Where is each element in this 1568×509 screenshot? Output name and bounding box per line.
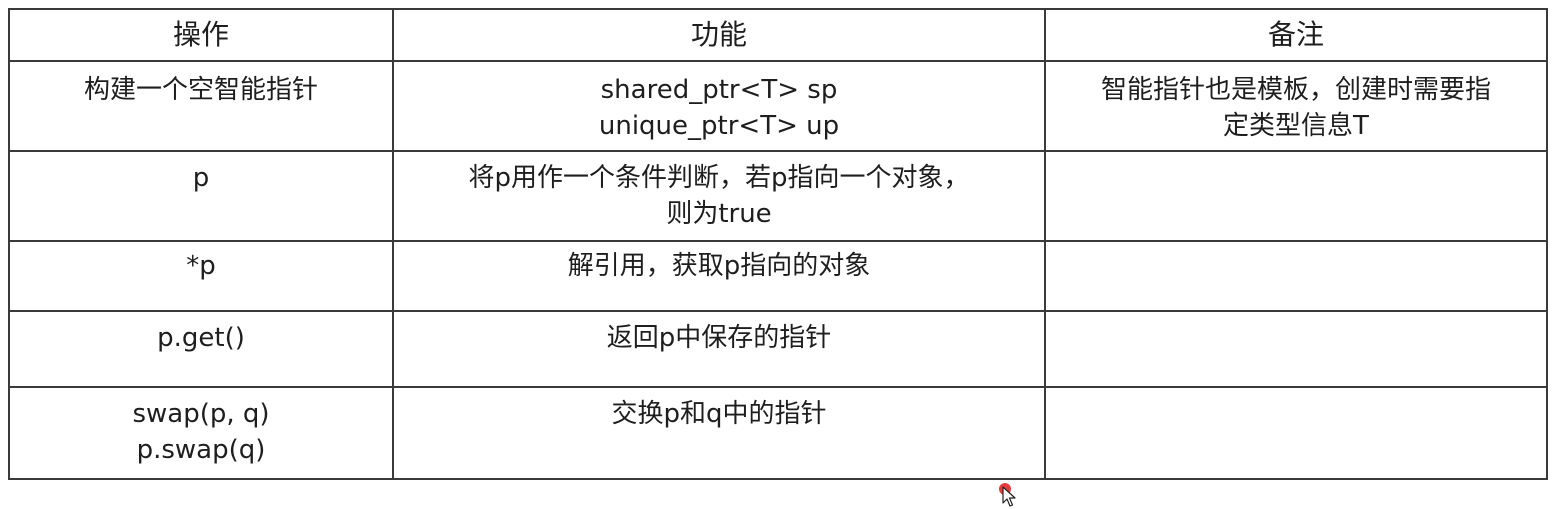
operation-cell: swap(p, q) p.swap(q) bbox=[8, 386, 394, 480]
table-row: swap(p, q) p.swap(q) 交换p和q中的指针 bbox=[8, 386, 1548, 480]
header-note: 备注 bbox=[1044, 8, 1548, 62]
smart-pointer-operations-table: 操作 功能 备注 构建一个空智能指针 shared_ptr<T> sp uniq… bbox=[8, 8, 1548, 480]
note-cell bbox=[1044, 150, 1548, 242]
mouse-pointer-icon bbox=[999, 483, 1016, 507]
operation-cell: p.get() bbox=[8, 310, 394, 388]
function-cell: 将p用作一个条件判断，若p指向一个对象， 则为true bbox=[392, 150, 1046, 242]
function-cell: shared_ptr<T> sp unique_ptr<T> up bbox=[392, 60, 1046, 152]
function-text: 返回p中保存的指针 bbox=[606, 323, 832, 353]
note-cell bbox=[1044, 240, 1548, 312]
table-row: *p 解引用，获取p指向的对象 bbox=[8, 240, 1548, 312]
note-cell: 智能指针也是模板，创建时需要指 定类型信息T bbox=[1044, 60, 1548, 152]
table-row: p.get() 返回p中保存的指针 bbox=[8, 310, 1548, 388]
operations-table: 操作 功能 备注 构建一个空智能指针 shared_ptr<T> sp uniq… bbox=[8, 8, 1548, 480]
function-text: 交换p和q中的指针 bbox=[611, 399, 827, 429]
header-operation: 操作 bbox=[8, 8, 394, 62]
operation-text: p.get() bbox=[157, 323, 245, 353]
operation-text: swap(p, q) bbox=[132, 399, 270, 429]
operation-text: *p bbox=[186, 251, 216, 281]
table-header-row: 操作 功能 备注 bbox=[8, 8, 1548, 62]
header-function: 功能 bbox=[392, 8, 1046, 62]
table-row: 构建一个空智能指针 shared_ptr<T> sp unique_ptr<T>… bbox=[8, 60, 1548, 152]
note-text: 智能指针也是模板，创建时需要指 bbox=[1100, 75, 1491, 105]
function-cell: 返回p中保存的指针 bbox=[392, 310, 1046, 388]
operation-text: p bbox=[192, 163, 210, 193]
function-text: 解引用，获取p指向的对象 bbox=[567, 251, 871, 281]
note-text: 定类型信息T bbox=[1223, 111, 1369, 141]
function-text: shared_ptr<T> sp bbox=[600, 75, 838, 105]
operation-cell: p bbox=[8, 150, 394, 242]
operation-cell: *p bbox=[8, 240, 394, 312]
function-text: 则为true bbox=[666, 199, 772, 229]
table-row: p 将p用作一个条件判断，若p指向一个对象， 则为true bbox=[8, 150, 1548, 242]
function-cell: 交换p和q中的指针 bbox=[392, 386, 1046, 480]
function-text: unique_ptr<T> up bbox=[598, 111, 840, 141]
function-cell: 解引用，获取p指向的对象 bbox=[392, 240, 1046, 312]
note-cell bbox=[1044, 310, 1548, 388]
operation-cell: 构建一个空智能指针 bbox=[8, 60, 394, 152]
operation-text: p.swap(q) bbox=[136, 435, 266, 465]
function-text: 将p用作一个条件判断，若p指向一个对象， bbox=[468, 163, 970, 193]
operation-text: 构建一个空智能指针 bbox=[83, 75, 318, 105]
note-cell bbox=[1044, 386, 1548, 480]
